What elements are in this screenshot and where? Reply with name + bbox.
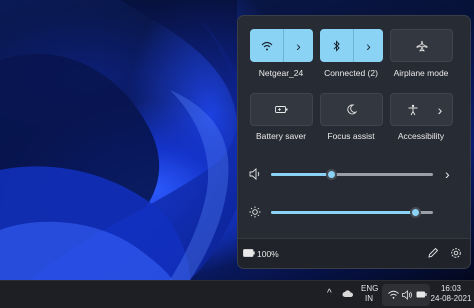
battery-saver-tile[interactable] [250,93,313,126]
volume-slider[interactable] [271,169,433,180]
audio-output-chevron-icon[interactable]: › [445,166,450,182]
bluetooth-tile[interactable]: › [320,29,383,62]
wifi-icon [388,290,399,299]
accessibility-label: Accessibility [397,131,445,141]
brightness-slider-fill [271,211,416,214]
language-region: IN [365,294,373,303]
quick-settings-footer: 100% [238,238,470,268]
speaker-icon [402,290,413,300]
wifi-tile[interactable]: › [250,29,313,62]
chevron-up-icon[interactable]: ^ [327,288,332,299]
edit-icon[interactable] [427,247,439,259]
brightness-slider-thumb[interactable] [410,207,422,218]
wifi-icon [261,41,273,51]
language-indicator[interactable]: ENG IN [361,284,379,304]
volume-row: › [238,165,470,185]
system-tray-button[interactable] [382,284,430,306]
bluetooth-icon [333,39,341,52]
taskbar: ^ ENG IN 16:03 24-08-2021 [0,280,474,308]
chevron-right-icon: › [437,101,443,118]
bluetooth-expand-button[interactable]: › [353,29,383,62]
brightness-slider[interactable] [271,207,433,218]
brightness-row [238,203,470,223]
brightness-icon [249,206,261,218]
speaker-icon[interactable] [249,168,262,180]
cloud-icon[interactable] [342,290,354,298]
airplane-mode-label: Airplane mode [393,68,449,78]
focus-assist-tile[interactable] [320,93,383,126]
focus-assist-label: Focus assist [327,131,375,141]
wifi-expand-button[interactable]: › [283,29,313,62]
quick-settings-panel: › Netgear_24 › Connected (2) Airplane mo… [237,15,471,269]
clock-time: 16:03 [440,284,462,293]
battery-percent: 100% [257,249,279,259]
battery-saver-label: Battery saver [255,131,307,141]
volume-slider-thumb[interactable] [325,169,337,180]
bluetooth-toggle[interactable] [320,29,353,62]
chevron-right-icon: › [296,37,301,54]
accessibility-toggle[interactable] [391,94,428,125]
clock[interactable]: 16:03 24-08-2021 [430,284,472,304]
chevron-right-icon: › [366,37,371,54]
airplane-mode-tile[interactable] [390,29,453,62]
wifi-tile-label: Netgear_24 [258,68,304,78]
wifi-toggle[interactable] [250,29,283,62]
moon-icon [346,104,357,115]
bluetooth-tile-label: Connected (2) [324,68,378,78]
battery-icon[interactable] [243,249,255,257]
airplane-icon [416,40,428,52]
language-code: ENG [361,284,379,293]
volume-slider-fill [271,173,331,176]
accessibility-tile[interactable]: › [390,93,453,126]
gear-icon[interactable] [450,247,462,259]
accessibility-expand-button[interactable]: › [428,94,452,125]
battery-icon [416,291,427,298]
clock-date: 24-08-2021 [430,294,472,303]
battery-saver-icon [275,105,288,114]
accessibility-icon [407,104,419,116]
